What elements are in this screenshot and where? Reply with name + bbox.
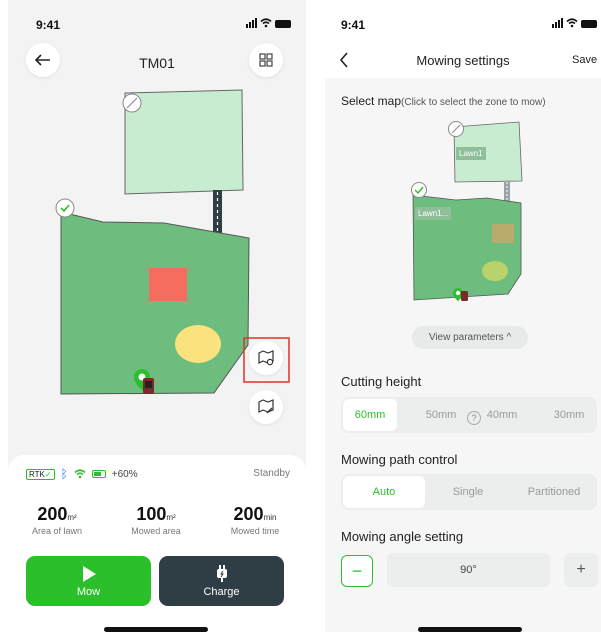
zone2-label: Lawn1... (415, 207, 452, 220)
path-control-selector[interactable]: Auto Single Partitioned (341, 474, 597, 510)
lawn-zone-top[interactable] (124, 89, 244, 195)
wifi-icon (566, 18, 578, 28)
home-indicator (418, 627, 522, 632)
charge-button[interactable]: Charge (159, 556, 284, 606)
angle-title: Mowing angle setting (341, 529, 464, 544)
status-time: 9:41 (341, 18, 366, 32)
save-button[interactable]: Save (572, 54, 597, 66)
robot-status-panel: RTK✓ ᛒ +60% Standby 200m² Area of lawn 1… (8, 455, 306, 632)
zone-checked-icon[interactable] (55, 198, 75, 218)
obstacle-red (149, 268, 187, 301)
select-map-heading: Select map(Click to select the zone to m… (341, 94, 546, 108)
status-row: RTK✓ ᛒ +60% (26, 467, 138, 481)
battery-level: +60% (111, 468, 138, 480)
cutting-height-title: Cutting height (341, 374, 422, 389)
mow-button[interactable]: Mow (26, 556, 151, 606)
robot-state: Standby (253, 468, 290, 479)
view-parameters-button[interactable]: View parameters ^ (412, 326, 528, 349)
path-option-auto[interactable]: Auto (343, 476, 425, 508)
stat-mowed-area: 100m² Mowed area (131, 504, 181, 536)
rtk-badge: RTK✓ (26, 468, 55, 480)
path-control-title: Mowing path control (341, 452, 458, 467)
stat-mowed-time: 200min Mowed time (230, 504, 280, 536)
zone1-label: Lawn1 (456, 147, 486, 160)
map-edit-button[interactable] (249, 390, 283, 424)
battery-icon (581, 20, 597, 28)
angle-decrease-button[interactable]: − (341, 555, 373, 587)
charge-label: Charge (203, 585, 240, 598)
lawn-zone-main[interactable] (60, 211, 250, 395)
stat-area-of-lawn: 200m² Area of lawn (31, 504, 83, 536)
wifi-status-icon (74, 469, 86, 479)
height-option-50[interactable]: 50mm (421, 397, 461, 433)
plug-icon (216, 564, 227, 582)
angle-value[interactable]: 90° (387, 553, 550, 587)
obstacle-yellow (482, 261, 508, 281)
map-settings-button[interactable] (249, 341, 283, 375)
status-icons (552, 18, 597, 28)
lawn-map[interactable] (8, 0, 306, 455)
height-option-30[interactable]: 30mm (549, 397, 589, 433)
page-title: Mowing settings (416, 53, 510, 68)
height-option-60[interactable]: 60mm (343, 399, 397, 431)
zone-checked-icon[interactable] (411, 182, 427, 198)
mow-label: Mow (76, 585, 101, 598)
mowing-settings-screen: 9:41 Mowing settings Save Select map(Cli… (325, 0, 601, 632)
zone-select-map[interactable] (325, 110, 601, 310)
obstacle-red (492, 224, 514, 243)
signal-icon (552, 18, 563, 28)
map-edit-icon (258, 399, 274, 414)
obstacle-yellow (175, 325, 221, 363)
cutting-height-selector[interactable]: 60mm 50mm ? 40mm 30mm (341, 397, 597, 433)
path-option-single[interactable]: Single (426, 474, 510, 510)
help-icon[interactable]: ? (467, 411, 481, 425)
angle-increase-button[interactable]: + (564, 553, 598, 587)
robot-battery-icon (91, 470, 106, 478)
path-option-partitioned[interactable]: Partitioned (511, 474, 597, 510)
map-gear-icon (258, 350, 274, 366)
home-indicator (104, 627, 208, 632)
height-option-40[interactable]: 40mm (482, 397, 522, 433)
home-screen: 9:41 TM01 RTK✓ ᛒ +60% Standby 200m² Area… (8, 0, 306, 632)
play-icon (82, 565, 96, 582)
bluetooth-icon: ᛒ (60, 467, 68, 481)
